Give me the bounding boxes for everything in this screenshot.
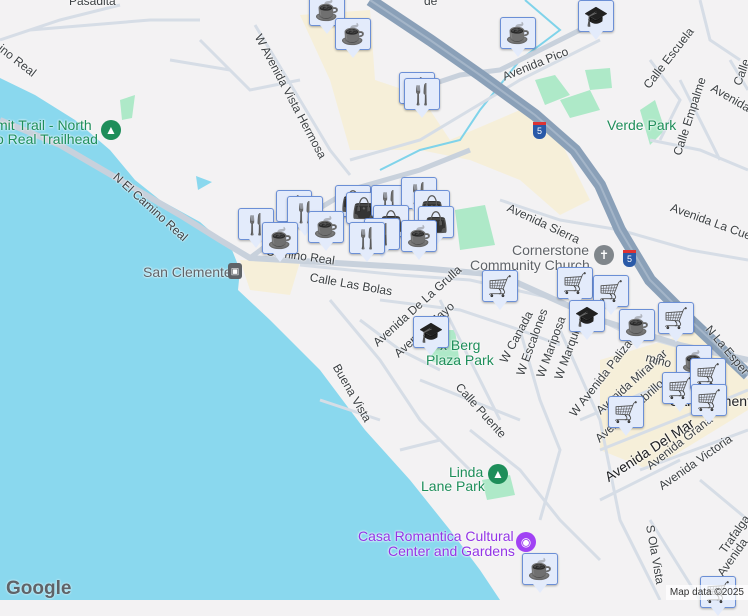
coffee-icon: ☕ bbox=[268, 226, 293, 251]
grocery-icon: 🛒 bbox=[697, 388, 722, 413]
grocery-marker[interactable]: 🛒 bbox=[608, 396, 644, 428]
poi-label-linda-lane-park[interactable]: Lane Park bbox=[421, 478, 485, 494]
coffee-icon: ☕ bbox=[341, 22, 366, 47]
poi-label-san-clemente-station[interactable]: San Clemente bbox=[143, 264, 232, 280]
map-attribution[interactable]: Map data ©2025 bbox=[666, 585, 748, 600]
school-icon: 🎓 bbox=[584, 4, 609, 29]
i5-shield: 5 bbox=[623, 250, 636, 267]
coffee-icon: ☕ bbox=[506, 21, 531, 46]
poi-label-verde-park[interactable]: Verde Park bbox=[607, 117, 676, 133]
camera-icon[interactable]: ◉ bbox=[516, 532, 536, 552]
coffee-marker[interactable]: ☕ bbox=[522, 553, 558, 585]
school-marker[interactable]: 🎓 bbox=[578, 0, 614, 32]
coffee-marker[interactable]: ☕ bbox=[262, 222, 298, 254]
tree-icon[interactable]: ▲ bbox=[488, 464, 508, 484]
train-icon[interactable]: ▣ bbox=[228, 263, 242, 279]
grocery-icon: 🛒 bbox=[668, 376, 693, 401]
grocery-icon: 🛒 bbox=[664, 306, 689, 331]
grocery-marker[interactable]: 🛒 bbox=[691, 384, 727, 416]
grocery-marker[interactable]: 🛒 bbox=[658, 302, 694, 334]
map-canvas[interactable] bbox=[0, 0, 748, 600]
restaurant-icon: 🍴 bbox=[410, 82, 435, 107]
church-cross-icon[interactable]: ✝ bbox=[594, 245, 614, 265]
grocery-icon: 🛒 bbox=[614, 400, 639, 425]
coffee-marker[interactable]: ☕ bbox=[500, 17, 536, 49]
google-logo[interactable]: Google bbox=[6, 578, 71, 600]
coffee-icon: ☕ bbox=[407, 224, 432, 249]
coffee-icon: ☕ bbox=[528, 557, 553, 582]
coffee-icon: ☕ bbox=[625, 313, 650, 338]
grocery-icon: 🛒 bbox=[563, 271, 588, 296]
grocery-icon: 🛒 bbox=[488, 274, 513, 299]
tree-icon[interactable]: ▲ bbox=[101, 120, 121, 140]
poi-label-casa-romantica[interactable]: Center and Gardens bbox=[388, 543, 515, 559]
coffee-marker[interactable]: ☕ bbox=[401, 220, 437, 252]
school-icon: 🎓 bbox=[419, 320, 444, 345]
coffee-icon: ☕ bbox=[314, 215, 339, 240]
poi-label-church[interactable]: Cornerstone bbox=[512, 242, 589, 258]
school-marker[interactable]: 🎓 bbox=[569, 300, 605, 332]
school-icon: 🎓 bbox=[575, 304, 600, 329]
restaurant-icon: 🍴 bbox=[355, 226, 380, 251]
grocery-marker[interactable]: 🛒 bbox=[482, 270, 518, 302]
restaurant-marker[interactable]: 🍴 bbox=[404, 78, 440, 110]
coffee-marker[interactable]: ☕ bbox=[619, 309, 655, 341]
grocery-marker[interactable]: 🛒 bbox=[557, 267, 593, 299]
poi-label-casa-romantica[interactable]: Casa Romantica Cultural bbox=[358, 528, 514, 544]
i5-shield: 5 bbox=[533, 122, 546, 139]
coffee-marker[interactable]: ☕ bbox=[308, 211, 344, 243]
coffee-marker[interactable]: ☕ bbox=[335, 18, 371, 50]
grocery-icon: 🛒 bbox=[696, 362, 721, 387]
poi-label-trailhead[interactable]: o Real Trailhead bbox=[0, 131, 98, 147]
restaurant-marker[interactable]: 🍴 bbox=[349, 222, 385, 254]
street-label: de bbox=[424, 0, 437, 8]
school-marker[interactable]: 🎓 bbox=[413, 316, 449, 348]
street-label: Pasadita bbox=[69, 0, 116, 8]
